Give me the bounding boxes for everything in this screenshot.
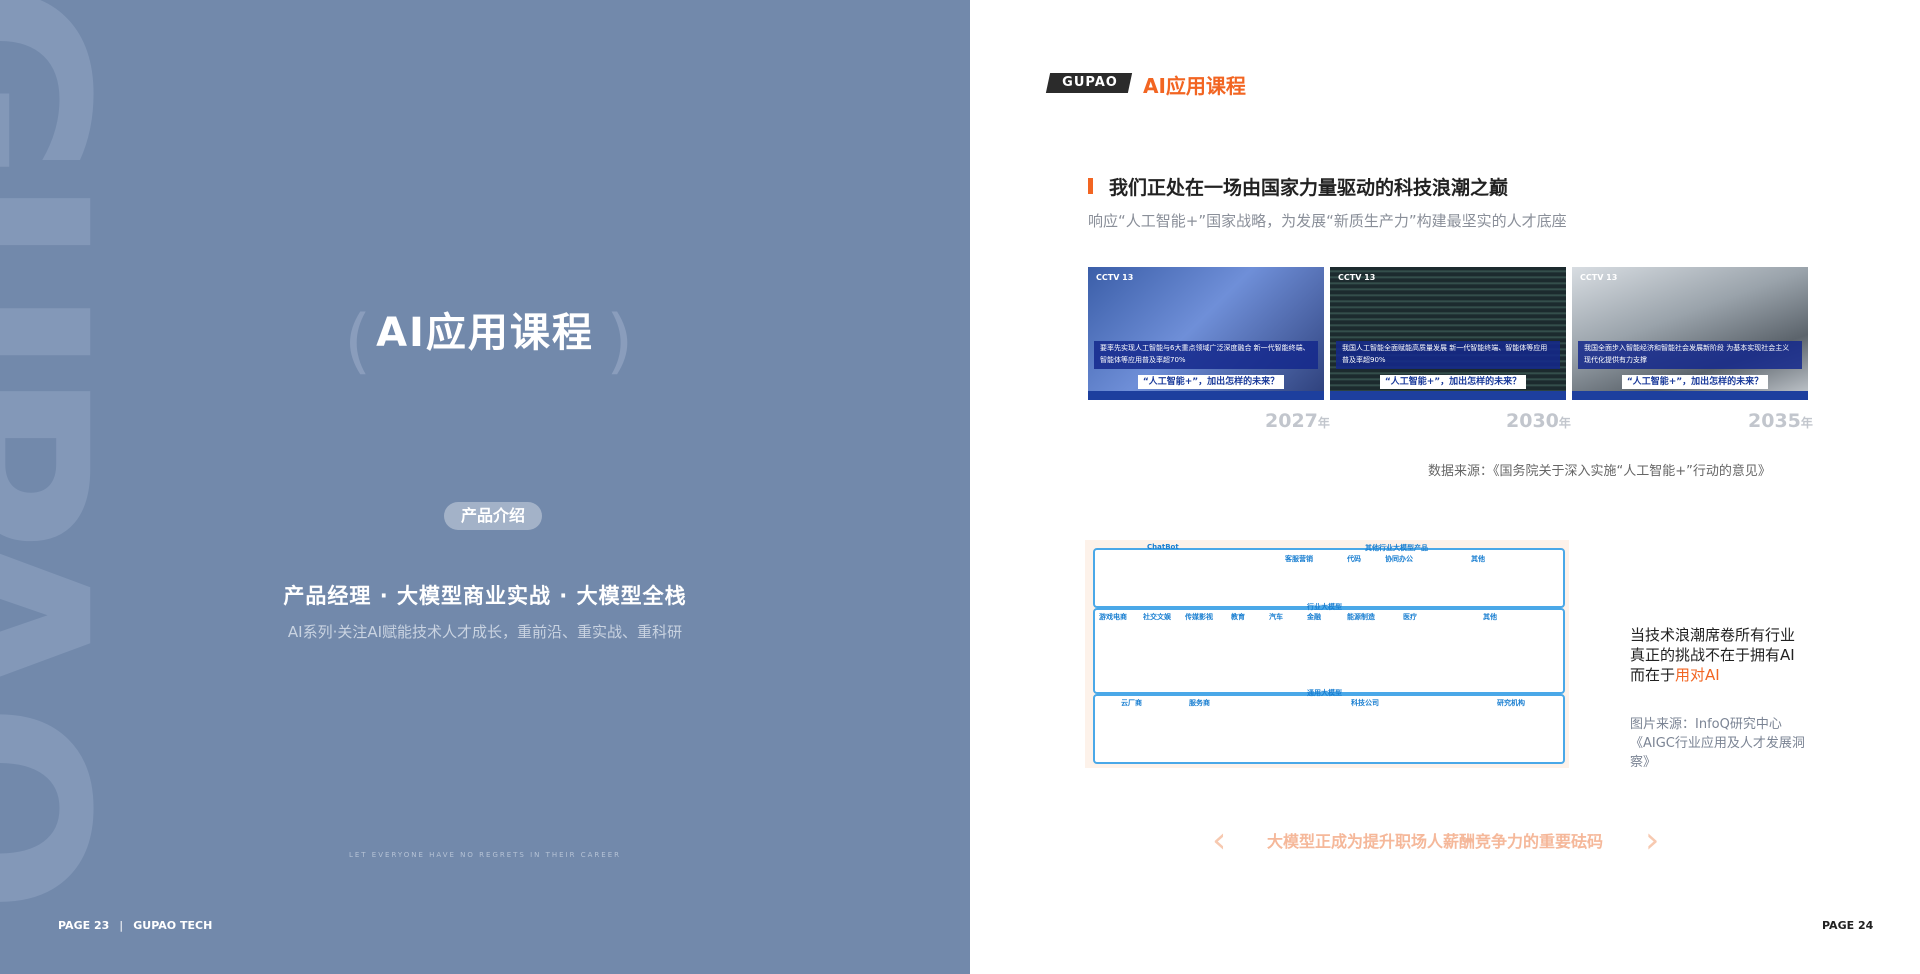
map-label: 服务商 — [1189, 699, 1210, 707]
course-description: AI系列·关注AI赋能技术人才成长，重前沿、重实战、重科研 — [287, 623, 683, 641]
news-caption: 要率先实现人工智能与6大重点领域广泛深度融合 新一代智能终端、智能体等应用普及率… — [1094, 341, 1318, 369]
brand-title: AI应用课程 — [1143, 74, 1246, 98]
page-title: AI应用课程 — [376, 310, 594, 356]
year-label: 2030年 — [1506, 410, 1571, 432]
map-label: 协同办公 — [1385, 555, 1413, 563]
highlight-text: 用对AI — [1675, 666, 1720, 684]
map-label: 社交文娱 — [1143, 613, 1171, 621]
news-banner: “人工智能+”，加出怎样的未来？ — [1622, 375, 1768, 389]
page-number: PAGE 24 — [1822, 919, 1874, 932]
section-title: 我们正处在一场由国家力量驱动的科技浪潮之巅 — [1109, 177, 1509, 199]
news-ticker — [1572, 391, 1808, 400]
map-label: 研究机构 — [1497, 699, 1525, 707]
map-label: 能源制造 — [1347, 613, 1375, 621]
news-ticker — [1330, 391, 1566, 400]
map-label: 游戏电商 — [1099, 613, 1127, 621]
cctv-logo: CCTV 13 — [1580, 273, 1618, 282]
industry-map-image: ChatBot 其他行业大模型产品 客服营销 代码 协同办公 其他 行业大模型 … — [1085, 540, 1569, 768]
map-label: 医疗 — [1403, 613, 1417, 621]
map-label: 教育 — [1231, 613, 1245, 621]
news-screenshot: CCTV 13 我国人工智能全面赋能高质量发展 新一代智能终端、智能体等应用普及… — [1330, 267, 1566, 400]
news-screenshot: CCTV 13 我国全面步入智能经济和智能社会发展新阶段 为基本实现社会主义现代… — [1572, 267, 1808, 400]
footer-brand: GUPAO TECH — [133, 919, 213, 932]
map-label: 代码 — [1347, 555, 1361, 563]
right-page: GUPAO AI应用课程 我们正处在一场由国家力量驱动的科技浪潮之巅 响应“人工… — [970, 0, 1920, 974]
map-bottom-group — [1093, 694, 1565, 764]
map-label: 其他 — [1471, 555, 1485, 563]
cctv-logo: CCTV 13 — [1338, 273, 1376, 282]
section-marker — [1088, 178, 1093, 194]
side-statement: 当技术浪潮席卷所有行业 真正的挑战不在于拥有AI 而在于用对AI — [1630, 626, 1796, 684]
map-label: 其他行业大模型产品 — [1365, 544, 1428, 552]
news-screenshot: CCTV 13 要率先实现人工智能与6大重点领域广泛深度融合 新一代智能终端、智… — [1088, 267, 1324, 400]
section-subtitle: 响应“人工智能+”国家战略，为发展“新质生产力”构建最坚实的人才底座 — [1088, 212, 1567, 230]
year-label: 2035年 — [1748, 410, 1813, 432]
map-label: 汽车 — [1269, 613, 1283, 621]
left-page: GUPAO ( ) AI应用课程 产品介绍 产品经理 · 大模型商业实战 · 大… — [0, 0, 970, 974]
product-intro-tag: 产品介绍 — [444, 502, 542, 530]
cctv-logo: CCTV 13 — [1096, 273, 1134, 282]
news-ticker — [1088, 391, 1324, 400]
news-banner: “人工智能+”，加出怎样的未来？ — [1138, 375, 1284, 389]
data-source: 数据来源：《国务院关于深入实施“人工智能+”行动的意见》 — [1428, 464, 1771, 479]
course-tracks: 产品经理 · 大模型商业实战 · 大模型全栈 — [283, 584, 687, 608]
news-caption: 我国人工智能全面赋能高质量发展 新一代智能终端、智能体等应用普及率超90% — [1336, 341, 1560, 369]
right-chevron-icon: › — [1645, 820, 1660, 861]
map-top-group — [1093, 548, 1565, 608]
map-label: 传媒影视 — [1185, 613, 1213, 621]
year-label: 2027年 — [1265, 410, 1330, 432]
image-source: 图片来源：InfoQ研究中心《AIGC行业应用及人才发展洞察》 — [1630, 717, 1805, 770]
map-label: 其他 — [1483, 613, 1497, 621]
news-banner: “人工智能+”，加出怎样的未来？ — [1380, 375, 1526, 389]
map-label: 金融 — [1307, 613, 1321, 621]
map-label: 科技公司 — [1351, 699, 1379, 707]
map-label: ChatBot — [1147, 543, 1179, 551]
logo-text: GUPAO — [1062, 75, 1118, 90]
map-label: 通用大模型 — [1307, 689, 1342, 697]
map-label: 客服营销 — [1285, 555, 1313, 563]
news-caption: 我国全面步入智能经济和智能社会发展新阶段 为基本实现社会主义现代化提供有力支撑 — [1578, 341, 1802, 369]
left-footer: PAGE 23 | GUPAO TECH — [58, 919, 213, 932]
page-number: PAGE 23 — [58, 919, 110, 932]
map-label: 云厂商 — [1121, 699, 1142, 707]
bottom-banner: 大模型正成为提升职场人薪酬竞争力的重要砝码 — [1266, 832, 1603, 851]
watermark-text: GUPAO — [0, 0, 140, 905]
map-label: 行业大模型 — [1307, 603, 1342, 611]
slogan: LET EVERYONE HAVE NO REGRETS IN THEIR CA… — [348, 851, 621, 859]
